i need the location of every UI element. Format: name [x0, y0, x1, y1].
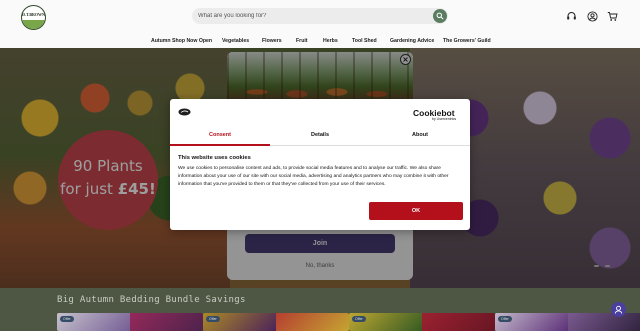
logo-text: D.T.BROWN — [22, 12, 45, 17]
search-button[interactable] — [433, 9, 447, 23]
section-dim-overlay — [0, 288, 640, 331]
tab-details[interactable]: Details — [270, 128, 370, 146]
cookie-ok-button[interactable]: OK — [369, 202, 463, 220]
logo-band — [22, 20, 45, 29]
cart-icon[interactable] — [607, 11, 618, 22]
nav-item-autumn-shop[interactable]: Autumn Shop Now Open — [151, 38, 212, 44]
cookie-body-text: We use cookies to personalise content an… — [178, 166, 449, 188]
site-logo-mark-icon — [178, 108, 191, 116]
site-logo[interactable]: D.T.BROWN — [21, 5, 46, 30]
search-icon — [436, 12, 444, 20]
tab-consent[interactable]: Consent — [170, 128, 270, 146]
cookie-consent-dialog: Cookiebot by Usercentrics Consent Detail… — [170, 99, 470, 230]
nav-item-flowers[interactable]: Flowers — [262, 38, 282, 44]
tab-about[interactable]: About — [370, 128, 470, 146]
nav-item-herbs[interactable]: Herbs — [323, 38, 338, 44]
cookie-tabs: Consent Details About — [170, 128, 470, 146]
support-icon[interactable] — [566, 11, 577, 22]
nav-item-growers-guild[interactable]: The Growers' Guild — [443, 38, 491, 44]
bundle-section: Big Autumn Bedding Bundle Savings Offer … — [0, 288, 640, 331]
nav-item-tool-shed[interactable]: Tool Shed — [352, 38, 377, 44]
account-icon[interactable] — [587, 11, 598, 22]
nav-item-fruit[interactable]: Fruit — [296, 38, 308, 44]
search-bar — [192, 8, 448, 24]
search-input[interactable] — [198, 10, 423, 22]
chat-button[interactable] — [611, 302, 626, 317]
site-header: D.T.BROWN Autumn Shop Now Open Vegetable… — [0, 0, 640, 48]
cookie-heading: This website uses cookies — [178, 155, 251, 161]
nav-item-vegetables[interactable]: Vegetables — [222, 38, 249, 44]
nav-item-gardening-advice[interactable]: Gardening Advice — [390, 38, 434, 44]
cookiebot-brand-sub: by Usercentrics — [432, 117, 457, 121]
main-nav: Autumn Shop Now Open Vegetables Flowers … — [0, 36, 640, 48]
chat-icon — [614, 305, 623, 314]
